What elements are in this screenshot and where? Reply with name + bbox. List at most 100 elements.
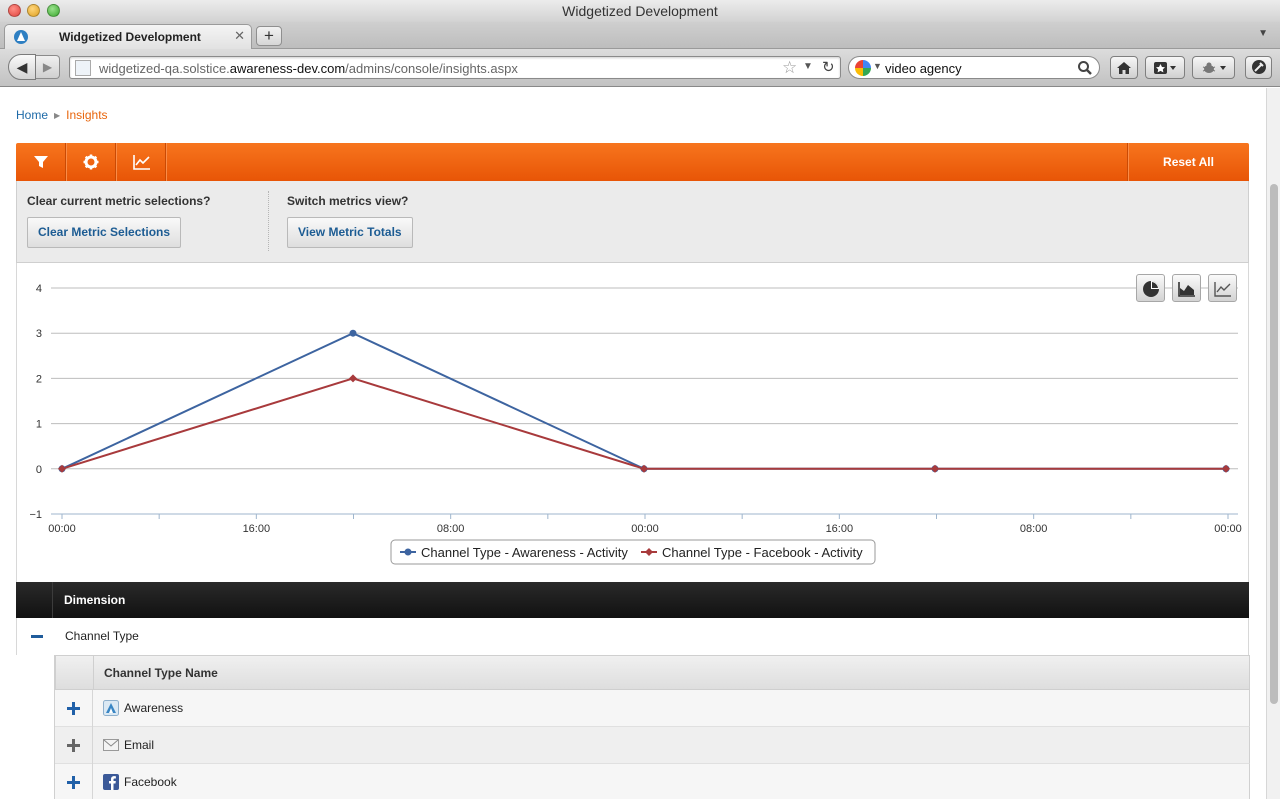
page-content: Home ▶ Insights Reset All Clear current … [0,88,1266,799]
reload-icon[interactable]: ↻ [822,58,835,76]
home-icon [1117,62,1131,74]
tools-icon [1251,60,1266,74]
chart-button[interactable] [116,143,166,181]
facebook-icon [103,774,119,790]
table-row[interactable]: Awareness [55,690,1250,727]
new-tab-button[interactable]: + [256,26,282,46]
extension-button[interactable] [1192,56,1235,79]
reset-all-button[interactable]: Reset All [1127,143,1249,181]
header-separator [52,582,53,618]
series-line [61,332,1226,470]
data-point [931,464,939,473]
tab-bar: Widgetized Development ✕ + ▼ [0,22,1280,49]
view-metric-totals-button[interactable]: View Metric Totals [287,217,413,248]
line-chart-icon [133,155,150,170]
row-label: Email [124,738,155,752]
expand-icon[interactable] [67,776,80,789]
area-chart-button[interactable] [1172,274,1201,302]
pie-chart-button[interactable] [1136,274,1165,302]
y-tick-label: 3 [36,328,42,340]
filter-button[interactable] [16,143,66,181]
back-button[interactable]: ◀ [8,54,36,80]
navigation-toolbar: ◀ ▶ widgetized-qa.solstice.awareness-dev… [0,49,1280,87]
x-tick-label: 00:00 [48,523,76,535]
browser-tab[interactable]: Widgetized Development ✕ [4,24,252,49]
row-separator [92,764,93,799]
history-dropdown-icon[interactable]: ▼ [803,61,813,72]
tab-title: Widgetized Development [59,30,201,44]
row-label: Facebook [124,775,177,789]
window-titlebar: Widgetized Development [0,0,1280,22]
options-divider [268,191,269,251]
window-title: Widgetized Development [562,3,718,19]
search-input[interactable]: video agency [885,61,962,76]
tab-close-icon[interactable]: ✕ [234,28,245,44]
clear-question: Clear current metric selections? [27,194,211,208]
metric-options-panel: Clear current metric selections? Clear M… [16,181,1249,263]
window-minimize-button[interactable] [27,4,40,17]
scrollbar-thumb[interactable] [1270,184,1278,704]
legend-label: Channel Type - Awareness - Activity [421,545,628,560]
magnifier-icon[interactable] [1077,60,1093,76]
page-scrollbar[interactable] [1266,88,1280,799]
line-chart-button[interactable] [1208,274,1237,302]
x-tick-label: 16:00 [826,523,854,535]
legend-label: Channel Type - Facebook - Activity [662,545,863,560]
firebug-icon [1202,62,1226,73]
page-favicon-icon [75,60,91,76]
window-zoom-button[interactable] [47,4,60,17]
x-tick-label: 00:00 [631,523,659,535]
expand-icon[interactable] [67,739,80,752]
x-tick-label: 08:00 [1020,523,1048,535]
forward-button[interactable]: ▶ [36,55,60,79]
insights-toolbar: Reset All [16,143,1249,181]
url-prefix: widgetized-qa.solstice. [99,61,230,76]
y-tick-label: 0 [36,464,42,476]
dimension-table-header: Dimension [16,582,1249,618]
x-tick-label: 16:00 [243,523,271,535]
channel-type-name-header: Channel Type Name [104,666,218,680]
breadcrumb-current: Insights [66,108,108,122]
search-engine-icon[interactable] [855,60,871,76]
site-favicon-icon [14,30,28,44]
row-label: Awareness [124,701,184,715]
breadcrumb-separator-icon: ▶ [54,111,61,120]
tab-list-chevron-icon[interactable]: ▼ [1258,28,1268,39]
channel-type-subtable: Channel Type Name Awareness Email Facebo… [54,655,1250,799]
collapse-icon[interactable] [31,635,43,638]
address-bar[interactable]: widgetized-qa.solstice.awareness-dev.com… [69,56,841,79]
switch-question: Switch metrics view? [287,194,409,208]
data-point [58,464,66,473]
table-row[interactable]: Facebook [55,764,1250,799]
activity-chart: 4 3 2 1 0 −1 00:00 16:00 08:00 00:00 16:00 08:00 00:… [16,263,1249,583]
url-path: /admins/console/insights.aspx [345,61,518,76]
settings-button[interactable] [66,143,116,181]
table-row[interactable]: Email [55,727,1250,764]
data-point [640,464,648,473]
data-point [349,329,357,337]
home-button[interactable] [1110,56,1138,79]
filter-icon [34,156,48,168]
data-point [1222,464,1230,473]
url-domain: awareness-dev.com [229,61,346,76]
legend-marker [404,548,412,556]
x-tick-label: 08:00 [437,523,465,535]
data-point [349,374,357,383]
bookmarks-button[interactable] [1145,56,1185,79]
window-close-button[interactable] [8,4,21,17]
breadcrumb-home-link[interactable]: Home [16,108,48,122]
row-separator [92,690,93,727]
search-bar[interactable]: ▼ video agency [848,56,1100,79]
url-text[interactable]: widgetized-qa.solstice.awareness-dev.com… [99,61,518,76]
dimension-group-label: Channel Type [65,629,139,643]
search-engine-dropdown-icon[interactable]: ▼ [873,61,882,71]
bookmark-star-icon[interactable]: ☆ [782,58,797,78]
tools-button[interactable] [1245,56,1272,79]
expand-icon[interactable] [67,702,80,715]
x-tick-label: 00:00 [1214,523,1242,535]
line-chart-icon [1214,282,1231,297]
clear-metric-selections-button[interactable]: Clear Metric Selections [27,217,182,248]
subtable-header: Channel Type Name [55,655,1250,691]
area-chart-icon [1178,282,1195,297]
subtable-header-separator [93,656,94,691]
